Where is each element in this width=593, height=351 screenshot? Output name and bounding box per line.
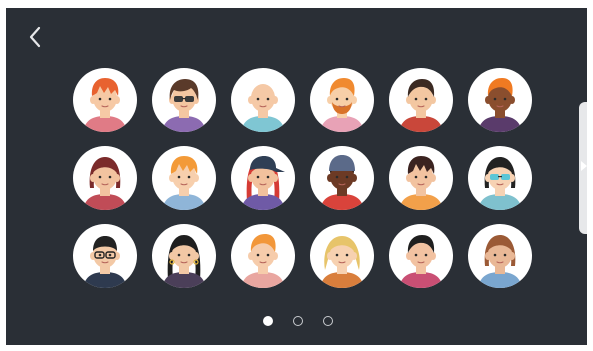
- page-dot-active[interactable]: [262, 316, 273, 326]
- avatar-option[interactable]: [468, 146, 532, 210]
- avatar-illustration: [241, 234, 285, 288]
- avatar-illustration: [162, 79, 206, 132]
- avatar-option[interactable]: [468, 224, 532, 288]
- avatar-option[interactable]: [152, 224, 216, 288]
- avatar-illustration: [320, 236, 364, 288]
- avatar-option[interactable]: [389, 146, 453, 210]
- avatar-illustration: [83, 157, 127, 210]
- avatar-option[interactable]: [468, 68, 532, 132]
- avatar-option[interactable]: [389, 68, 453, 132]
- avatar-option[interactable]: [231, 146, 295, 210]
- avatar-option[interactable]: [389, 224, 453, 288]
- page-dot[interactable]: [322, 316, 333, 326]
- avatar-illustration: [399, 235, 443, 288]
- avatar-illustration: [399, 156, 443, 210]
- back-button[interactable]: [23, 22, 49, 52]
- triangle-right-icon: [581, 161, 587, 171]
- avatar-option[interactable]: [310, 146, 374, 210]
- avatar-option[interactable]: [73, 146, 137, 210]
- page-indicator: [6, 316, 587, 328]
- avatar-option[interactable]: [310, 224, 374, 288]
- avatar-illustration: [320, 155, 364, 210]
- avatar-option[interactable]: [231, 68, 295, 132]
- page-dot[interactable]: [292, 316, 303, 326]
- avatar-illustration: [83, 236, 127, 288]
- avatar-picker-screen: [6, 8, 587, 345]
- avatar-option[interactable]: [73, 224, 137, 288]
- avatar-option[interactable]: [310, 68, 374, 132]
- avatar-option[interactable]: [231, 224, 295, 288]
- avatar-illustration: [478, 157, 522, 210]
- avatar-illustration: [162, 235, 206, 288]
- avatar-illustration: [478, 78, 522, 132]
- avatar-illustration: [241, 84, 285, 132]
- side-panel-handle[interactable]: [579, 102, 587, 234]
- avatar-illustration: [399, 79, 443, 132]
- avatar-illustration: [478, 235, 522, 288]
- avatar-illustration: [320, 78, 364, 132]
- avatar-option[interactable]: [152, 146, 216, 210]
- chevron-left-icon: [29, 26, 41, 48]
- avatar-option[interactable]: [152, 68, 216, 132]
- avatar-grid: [73, 68, 533, 298]
- avatar-illustration: [162, 156, 206, 210]
- avatar-illustration: [241, 156, 285, 210]
- avatar-option[interactable]: [73, 68, 137, 132]
- avatar-illustration: [83, 78, 127, 132]
